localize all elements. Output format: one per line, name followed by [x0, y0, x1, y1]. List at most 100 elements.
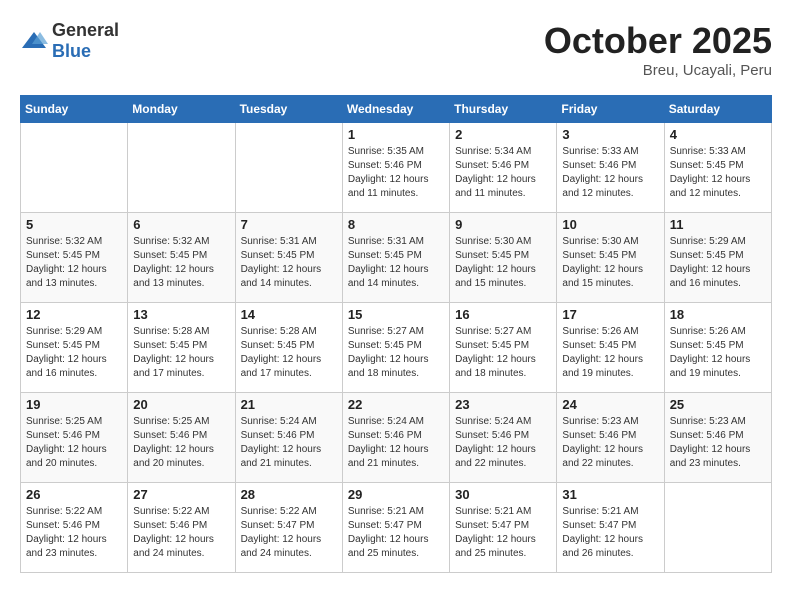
day-number: 5: [26, 217, 122, 232]
calendar-cell: 7 Sunrise: 5:31 AM Sunset: 5:45 PM Daylig…: [235, 213, 342, 303]
calendar-cell: 25 Sunrise: 5:23 AM Sunset: 5:46 PM Dayli…: [664, 393, 771, 483]
day-info: Sunrise: 5:25 AM Sunset: 5:46 PM Dayligh…: [133, 415, 229, 471]
calendar-cell: 11 Sunrise: 5:29 AM Sunset: 5:45 PM Dayli…: [664, 213, 771, 303]
day-info: Sunrise: 5:24 AM Sunset: 5:46 PM Dayligh…: [455, 415, 551, 471]
day-header-monday: Monday: [128, 96, 235, 123]
calendar-cell: [128, 123, 235, 213]
day-info: Sunrise: 5:21 AM Sunset: 5:47 PM Dayligh…: [455, 505, 551, 561]
calendar-cell: 2 Sunrise: 5:34 AM Sunset: 5:46 PM Daylig…: [450, 123, 557, 213]
day-number: 25: [670, 397, 766, 412]
day-number: 17: [562, 307, 658, 322]
day-info: Sunrise: 5:28 AM Sunset: 5:45 PM Dayligh…: [241, 325, 337, 381]
calendar-cell: 31 Sunrise: 5:21 AM Sunset: 5:47 PM Dayli…: [557, 483, 664, 573]
day-number: 14: [241, 307, 337, 322]
day-info: Sunrise: 5:30 AM Sunset: 5:45 PM Dayligh…: [455, 235, 551, 291]
calendar-cell: [235, 123, 342, 213]
calendar-cell: 8 Sunrise: 5:31 AM Sunset: 5:45 PM Daylig…: [342, 213, 449, 303]
day-info: Sunrise: 5:33 AM Sunset: 5:46 PM Dayligh…: [562, 145, 658, 201]
day-info: Sunrise: 5:27 AM Sunset: 5:45 PM Dayligh…: [348, 325, 444, 381]
calendar-cell: 3Sunrise: 5:33 AM Sunset: 5:46 PM Daylig…: [557, 123, 664, 213]
calendar-week-1: 1Sunrise: 5:35 AM Sunset: 5:46 PM Daylig…: [21, 123, 772, 213]
day-info: Sunrise: 5:22 AM Sunset: 5:46 PM Dayligh…: [133, 505, 229, 561]
day-info: Sunrise: 5:29 AM Sunset: 5:45 PM Dayligh…: [670, 235, 766, 291]
day-number: 18: [670, 307, 766, 322]
day-number: 26: [26, 487, 122, 502]
calendar-subtitle: Breu, Ucayali, Peru: [544, 62, 772, 79]
logo-text-general: General: [52, 20, 119, 40]
calendar-cell: 23 Sunrise: 5:24 AM Sunset: 5:46 PM Dayli…: [450, 393, 557, 483]
calendar-cell: 20Sunrise: 5:25 AM Sunset: 5:46 PM Dayli…: [128, 393, 235, 483]
day-number: 4: [670, 127, 766, 142]
day-number: 8: [348, 217, 444, 232]
day-number: 31: [562, 487, 658, 502]
day-info: Sunrise: 5:23 AM Sunset: 5:46 PM Dayligh…: [670, 415, 766, 471]
calendar-week-5: 26 Sunrise: 5:22 AM Sunset: 5:46 PM Dayli…: [21, 483, 772, 573]
day-number: 7: [241, 217, 337, 232]
day-info: Sunrise: 5:30 AM Sunset: 5:45 PM Dayligh…: [562, 235, 658, 291]
day-info: Sunrise: 5:34 AM Sunset: 5:46 PM Dayligh…: [455, 145, 551, 201]
calendar-title: October 2025: [544, 20, 772, 62]
calendar-cell: 12 Sunrise: 5:29 AM Sunset: 5:45 PM Dayli…: [21, 303, 128, 393]
calendar-table: SundayMondayTuesdayWednesdayThursdayFrid…: [20, 95, 772, 573]
day-number: 15: [348, 307, 444, 322]
day-info: Sunrise: 5:31 AM Sunset: 5:45 PM Dayligh…: [348, 235, 444, 291]
day-info: Sunrise: 5:26 AM Sunset: 5:45 PM Dayligh…: [562, 325, 658, 381]
day-info: Sunrise: 5:29 AM Sunset: 5:45 PM Dayligh…: [26, 325, 122, 381]
day-info: Sunrise: 5:25 AM Sunset: 5:46 PM Dayligh…: [26, 415, 122, 471]
day-info: Sunrise: 5:28 AM Sunset: 5:45 PM Dayligh…: [133, 325, 229, 381]
calendar-week-2: 5 Sunrise: 5:32 AM Sunset: 5:45 PM Daylig…: [21, 213, 772, 303]
calendar-cell: 10 Sunrise: 5:30 AM Sunset: 5:45 PM Dayli…: [557, 213, 664, 303]
day-info: Sunrise: 5:21 AM Sunset: 5:47 PM Dayligh…: [562, 505, 658, 561]
calendar-cell: 28 Sunrise: 5:22 AM Sunset: 5:47 PM Dayli…: [235, 483, 342, 573]
day-number: 23: [455, 397, 551, 412]
calendar-cell: 22Sunrise: 5:24 AM Sunset: 5:46 PM Dayli…: [342, 393, 449, 483]
day-header-saturday: Saturday: [664, 96, 771, 123]
day-info: Sunrise: 5:22 AM Sunset: 5:47 PM Dayligh…: [241, 505, 337, 561]
day-info: Sunrise: 5:22 AM Sunset: 5:46 PM Dayligh…: [26, 505, 122, 561]
day-info: Sunrise: 5:32 AM Sunset: 5:45 PM Dayligh…: [133, 235, 229, 291]
calendar-cell: 14 Sunrise: 5:28 AM Sunset: 5:45 PM Dayli…: [235, 303, 342, 393]
day-info: Sunrise: 5:24 AM Sunset: 5:46 PM Dayligh…: [241, 415, 337, 471]
calendar-header-row: SundayMondayTuesdayWednesdayThursdayFrid…: [21, 96, 772, 123]
header: General Blue October 2025 Breu, Ucayali,…: [20, 20, 772, 79]
calendar-body: 1Sunrise: 5:35 AM Sunset: 5:46 PM Daylig…: [21, 123, 772, 573]
day-header-friday: Friday: [557, 96, 664, 123]
calendar-cell: 16 Sunrise: 5:27 AM Sunset: 5:45 PM Dayli…: [450, 303, 557, 393]
calendar-cell: 13 Sunrise: 5:28 AM Sunset: 5:45 PM Dayli…: [128, 303, 235, 393]
day-number: 28: [241, 487, 337, 502]
day-header-tuesday: Tuesday: [235, 96, 342, 123]
calendar-cell: [21, 123, 128, 213]
calendar-week-3: 12 Sunrise: 5:29 AM Sunset: 5:45 PM Dayli…: [21, 303, 772, 393]
day-info: Sunrise: 5:26 AM Sunset: 5:45 PM Dayligh…: [670, 325, 766, 381]
day-info: Sunrise: 5:31 AM Sunset: 5:45 PM Dayligh…: [241, 235, 337, 291]
title-area: October 2025 Breu, Ucayali, Peru: [544, 20, 772, 79]
calendar-cell: 1Sunrise: 5:35 AM Sunset: 5:46 PM Daylig…: [342, 123, 449, 213]
day-number: 22: [348, 397, 444, 412]
day-number: 21: [241, 397, 337, 412]
day-info: Sunrise: 5:27 AM Sunset: 5:45 PM Dayligh…: [455, 325, 551, 381]
day-info: Sunrise: 5:35 AM Sunset: 5:46 PM Dayligh…: [348, 145, 444, 201]
day-number: 24: [562, 397, 658, 412]
day-number: 19: [26, 397, 122, 412]
day-number: 2: [455, 127, 551, 142]
day-number: 16: [455, 307, 551, 322]
day-number: 11: [670, 217, 766, 232]
day-number: 9: [455, 217, 551, 232]
day-number: 30: [455, 487, 551, 502]
calendar-cell: 30 Sunrise: 5:21 AM Sunset: 5:47 PM Dayli…: [450, 483, 557, 573]
logo: General Blue: [20, 20, 119, 62]
day-info: Sunrise: 5:21 AM Sunset: 5:47 PM Dayligh…: [348, 505, 444, 561]
calendar-cell: [664, 483, 771, 573]
calendar-cell: 5Sunrise: 5:32 AM Sunset: 5:45 PM Daylig…: [21, 213, 128, 303]
day-number: 12: [26, 307, 122, 322]
day-header-thursday: Thursday: [450, 96, 557, 123]
day-number: 10: [562, 217, 658, 232]
day-info: Sunrise: 5:23 AM Sunset: 5:46 PM Dayligh…: [562, 415, 658, 471]
calendar-cell: 6Sunrise: 5:32 AM Sunset: 5:45 PM Daylig…: [128, 213, 235, 303]
logo-icon: [20, 30, 48, 52]
calendar-cell: 15 Sunrise: 5:27 AM Sunset: 5:45 PM Dayli…: [342, 303, 449, 393]
day-number: 13: [133, 307, 229, 322]
calendar-cell: 24 Sunrise: 5:23 AM Sunset: 5:46 PM Dayli…: [557, 393, 664, 483]
day-info: Sunrise: 5:33 AM Sunset: 5:45 PM Dayligh…: [670, 145, 766, 201]
calendar-cell: 26 Sunrise: 5:22 AM Sunset: 5:46 PM Dayli…: [21, 483, 128, 573]
